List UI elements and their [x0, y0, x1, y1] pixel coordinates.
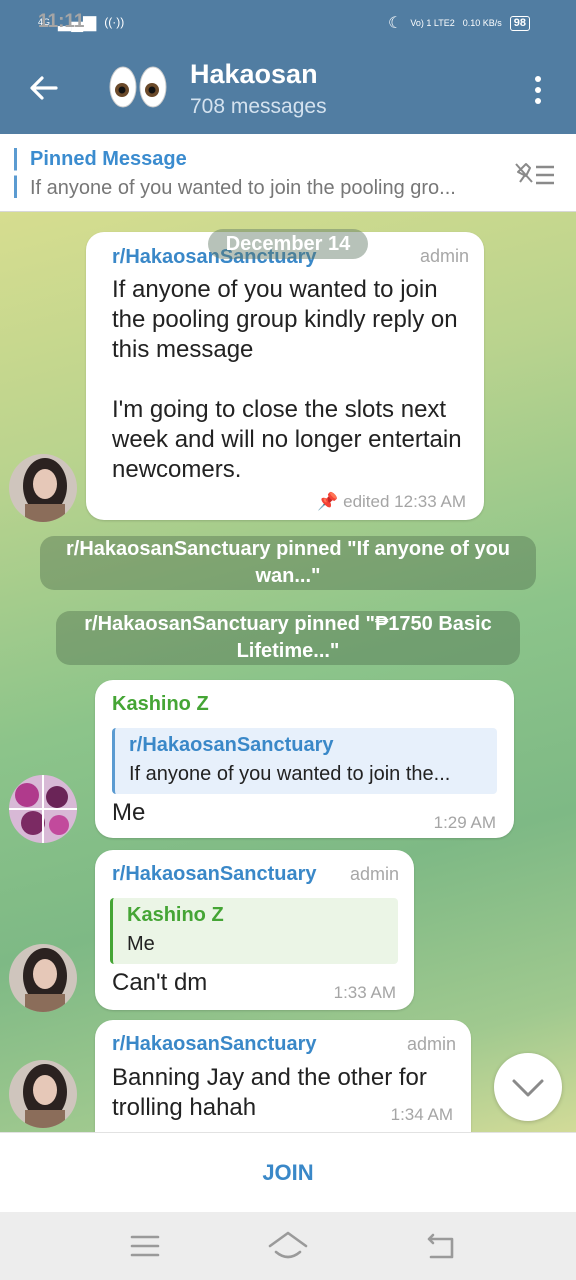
unpin-button[interactable]: [514, 160, 558, 190]
message-sender[interactable]: r/HakaosanSanctuary: [112, 1033, 317, 1056]
reply-text: Me: [127, 933, 155, 955]
service-message: r/HakaosanSanctuary pinned "If anyone of…: [40, 536, 536, 590]
message-bubble[interactable]: r/HakaosanSanctuary admin Kashino Z Me C…: [95, 850, 414, 1010]
reply-preview[interactable]: r/HakaosanSanctuary If anyone of you wan…: [112, 728, 497, 794]
clock: 11:11: [38, 11, 85, 32]
reply-sender: r/HakaosanSanctuary: [129, 734, 334, 756]
moon-icon: ☾: [388, 15, 403, 32]
recents-button[interactable]: [125, 1228, 165, 1264]
chat-avatar[interactable]: [108, 62, 168, 112]
speed-indicator: 0.10 KB/s: [462, 18, 502, 28]
pinned-text: If anyone of you wanted to join the pool…: [30, 177, 456, 199]
message-time: 1:33 AM: [333, 983, 396, 1002]
message-sender[interactable]: Kashino Z: [112, 693, 209, 716]
reply-text: If anyone of you wanted to join the...: [129, 763, 451, 785]
message-bubble[interactable]: Kashino Z r/HakaosanSanctuary If anyone …: [95, 680, 514, 838]
status-left: 4G ▂▄▆ 11:11 ((·)): [38, 11, 125, 32]
chevron-down-icon: [512, 1079, 544, 1097]
avatar[interactable]: [9, 1060, 77, 1128]
message-text: Me: [112, 799, 146, 826]
pin-icon: 📌: [317, 492, 339, 511]
service-message: r/HakaosanSanctuary pinned "₱1750 Basic …: [56, 611, 520, 665]
chat-area[interactable]: r/HakaosanSanctuary admin If anyone of y…: [0, 212, 576, 1132]
message-count: 708 messages: [190, 95, 327, 118]
message-time: 📌 edited 12:33 AM: [317, 492, 466, 512]
user-photo: [9, 1060, 77, 1128]
reply-sender: Kashino Z: [127, 904, 224, 926]
message-time: 1:29 AM: [433, 813, 496, 832]
user-photo: [9, 454, 77, 522]
user-photo: [9, 775, 77, 843]
message-text: Can't dm: [112, 969, 208, 996]
home-icon: [268, 1231, 308, 1259]
admin-badge: admin: [419, 246, 469, 266]
status-right: ☾ Vo) 1 LTE2 0.10 KB/s 98: [388, 13, 530, 33]
message-bubble[interactable]: r/HakaosanSanctuary admin If anyone of y…: [86, 232, 484, 520]
avatar[interactable]: [9, 944, 77, 1012]
message-sender[interactable]: r/HakaosanSanctuary: [112, 863, 317, 886]
message-text: If anyone of you wanted to join the pool…: [112, 276, 462, 483]
battery-icon: 98: [509, 15, 530, 31]
pinned-title: Pinned Message: [30, 148, 187, 170]
message-bubble[interactable]: r/HakaosanSanctuary admin Banning Jay an…: [95, 1020, 471, 1132]
message-time-text: edited 12:33 AM: [343, 492, 466, 511]
message-time: 1:34 AM: [390, 1105, 453, 1124]
join-button[interactable]: JOIN: [200, 1155, 376, 1191]
more-vertical-icon: [535, 76, 541, 104]
status-bar: 4G ▂▄▆ 11:11 ((·)) ☾ Vo) 1 LTE2 0.10 KB/…: [0, 0, 576, 44]
home-button[interactable]: [268, 1228, 308, 1264]
scroll-down-button[interactable]: [494, 1053, 562, 1121]
eyes-emoji-icon: [109, 66, 167, 108]
avatar[interactable]: [9, 775, 77, 843]
admin-badge: admin: [406, 1034, 456, 1054]
date-separator: December 14: [208, 229, 368, 259]
back-arrow-icon: [30, 76, 58, 100]
back-button[interactable]: [26, 70, 62, 106]
pinned-message-bar[interactable]: Pinned Message If anyone of you wanted t…: [0, 134, 576, 212]
app-header: 4G ▂▄▆ 11:11 ((·)) ☾ Vo) 1 LTE2 0.10 KB/…: [0, 0, 576, 134]
admin-badge: admin: [349, 864, 399, 884]
user-photo: [9, 944, 77, 1012]
volte-indicator: Vo) 1 LTE2: [410, 18, 455, 28]
avatar[interactable]: [9, 454, 77, 522]
menu-icon: [130, 1235, 160, 1257]
more-options-button[interactable]: [528, 74, 548, 106]
pinned-indicator: [14, 148, 17, 198]
system-nav-bar: [0, 1212, 576, 1280]
back-nav-button[interactable]: [421, 1228, 461, 1264]
unpin-icon: [515, 163, 554, 185]
hotspot-icon: ((·)): [104, 15, 125, 29]
back-nav-icon: [427, 1233, 454, 1259]
reply-preview[interactable]: Kashino Z Me: [110, 898, 398, 964]
join-bar: JOIN: [0, 1132, 576, 1212]
chat-title[interactable]: Hakaosan: [190, 59, 318, 90]
